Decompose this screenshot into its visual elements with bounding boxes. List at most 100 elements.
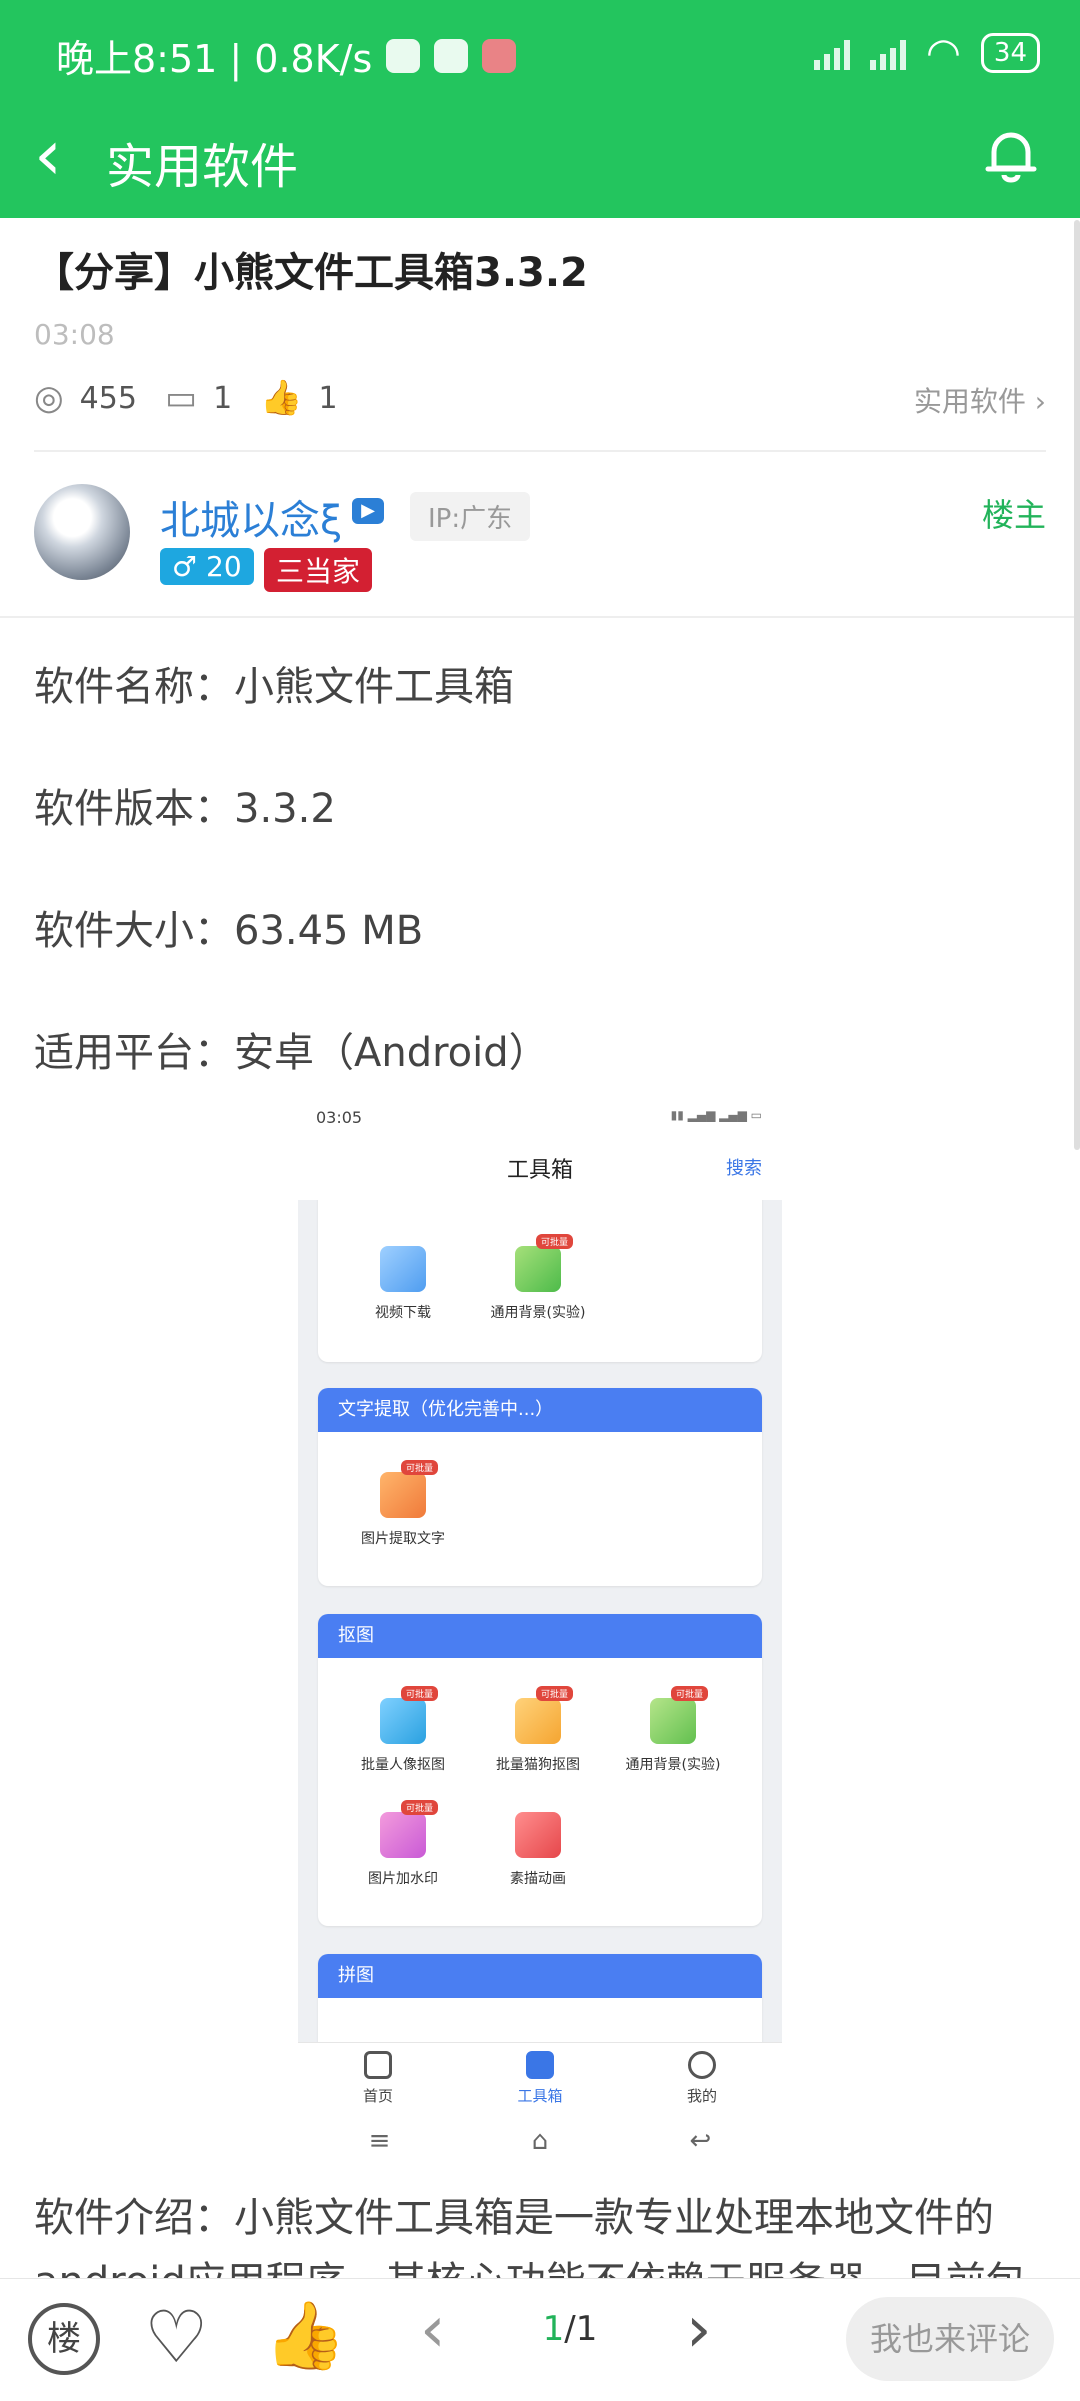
divider — [34, 450, 1046, 452]
tool-watermark: 可批量 图片加水印 — [338, 1800, 468, 1888]
post-stats: ◎ 455 ▭ 1 👍 1 — [34, 378, 338, 418]
image-icon — [380, 1246, 426, 1292]
batch-tag: 可批量 — [535, 1686, 573, 1701]
status-time-speed: 晚上8:51 | 0.8K/s — [56, 37, 373, 81]
shot-tab-home: 首页 — [328, 2051, 428, 2106]
floor-button[interactable]: 楼 — [28, 2303, 100, 2375]
toolbox-icon — [526, 2051, 554, 2079]
batch-tag: 可批量 — [400, 1460, 438, 1475]
author-row: 北城以念ξ ▶ IP:广东 楼主 ♂ 20 三当家 — [34, 484, 1046, 594]
user-icon — [688, 2051, 716, 2079]
avatar[interactable] — [34, 484, 130, 580]
status-bar-left: 晚上8:51 | 0.8K/s — [56, 28, 517, 83]
shot-card-text-extract: 文字提取（优化完善中...） 可批量 图片提取文字 — [318, 1388, 762, 1586]
tool-portrait-cutout: 可批量 批量人像抠图 — [338, 1686, 468, 1774]
tool-label: 通用背景(实验) — [490, 1305, 586, 1321]
shot-status-time: 03:05 — [316, 1108, 363, 1127]
author-name[interactable]: 北城以念ξ — [160, 488, 342, 546]
qq-icon — [434, 38, 469, 73]
shot-search-link: 搜索 — [726, 1158, 762, 1179]
tab-label: 工具箱 — [517, 2087, 563, 2105]
comment-icon: ▭ — [164, 378, 198, 418]
batch-tag: 可批量 — [400, 1800, 438, 1815]
chevron-right-icon: › — [1034, 385, 1046, 418]
return-icon: ↩ — [689, 2126, 712, 2156]
heart-icon[interactable]: ♡ — [144, 2295, 209, 2379]
info-platform: 适用平台：安卓（Android） — [34, 1030, 549, 1076]
sparkle-icon — [515, 1812, 561, 1858]
page-indicator[interactable]: 1/1 — [520, 2309, 620, 2349]
eye-icon: ◎ — [34, 378, 64, 418]
tool-label: 视频下载 — [375, 1305, 431, 1321]
info-size: 软件大小：63.45 MB — [34, 908, 424, 954]
signal-icon-2 — [870, 36, 906, 70]
tool-label: 批量人像抠图 — [361, 1757, 445, 1773]
watermark-icon: 可批量 — [380, 1800, 438, 1858]
page-current: 1 — [542, 2309, 565, 2349]
shot-status-icons: ▮▮ ▂▄▆ ▂▄▆ ▭ — [670, 1108, 762, 1122]
category-link[interactable]: 实用软件 › — [914, 380, 1046, 420]
comment-button[interactable]: 我也来评论 — [846, 2297, 1054, 2381]
divider — [0, 616, 1080, 618]
shot-card-cutout: 抠图 可批量 批量人像抠图 可批量 批量猫狗抠图 可批量 通用背景(实验) 可批… — [318, 1614, 762, 1926]
shot-tab-toolbox: 工具箱 — [490, 2051, 590, 2106]
home-icon — [364, 2051, 392, 2079]
pattern-icon: 可批量 — [515, 1234, 573, 1292]
category-label: 实用软件 — [913, 385, 1026, 418]
tool-image-to-text: 可批量 图片提取文字 — [338, 1460, 468, 1548]
prev-page-icon[interactable]: ‹ — [420, 2293, 446, 2367]
tool-general-bg: 可批量 通用背景(实验) — [473, 1234, 603, 1322]
page-total: /1 — [564, 2309, 598, 2349]
card-header: 拼图 — [318, 1954, 762, 1998]
batch-tag: 可批量 — [670, 1686, 708, 1701]
owner-tag: 楼主 — [981, 496, 1046, 534]
shot-tab-mine: 我的 — [652, 2051, 752, 2106]
card-header: 文字提取（优化完善中...） — [318, 1388, 762, 1432]
battery-icon: 34 — [980, 33, 1040, 73]
shot-body: 视频下载 可批量 通用背景(实验) 文字提取（优化完善中...） 可批量 图片提… — [298, 1200, 782, 2042]
post-title: 【分享】小熊文件工具箱3.3.2 — [34, 250, 588, 296]
post-time: 03:08 — [34, 318, 115, 351]
video-badge-icon: ▶ — [352, 498, 384, 524]
info-name: 软件名称：小熊文件工具箱 — [34, 664, 514, 710]
embedded-screenshot[interactable]: 03:05 ▮▮ ▂▄▆ ▂▄▆ ▭ 工具箱 搜索 视频下载 可批量 通用背景(… — [298, 1100, 782, 2170]
info-version: 软件版本：3.3.2 — [34, 786, 336, 832]
top-header: 晚上8:51 | 0.8K/s ◠ 34 ‹ 实用软件 — [0, 0, 1080, 218]
next-page-icon[interactable]: › — [686, 2293, 712, 2367]
tool-video-download: 视频下载 — [338, 1246, 468, 1322]
status-bar-right: ◠ 34 — [814, 30, 1040, 76]
pattern-icon: 可批量 — [650, 1686, 708, 1744]
view-count: 455 — [79, 380, 137, 416]
scrollbar[interactable] — [1074, 220, 1080, 1150]
bell-icon[interactable] — [976, 120, 1046, 190]
shot-card-collage: 拼图 — [318, 1954, 762, 2042]
alarm-icon — [386, 38, 421, 73]
back-arrow-icon[interactable]: ‹ — [34, 120, 62, 190]
menu-icon: ≡ — [368, 2126, 391, 2156]
ip-location-badge: IP:广东 — [410, 492, 531, 541]
home-outline-icon: ⌂ — [531, 2126, 549, 2156]
gender-level-badge: ♂ 20 — [160, 548, 254, 585]
thumbs-up-icon[interactable]: 👍 — [264, 2297, 346, 2375]
tool-label: 素描动画 — [510, 1871, 566, 1887]
like-icon: 👍 — [260, 378, 303, 418]
tool-label: 批量猫狗抠图 — [496, 1757, 580, 1773]
rank-badge: 三当家 — [264, 548, 373, 592]
tab-label: 首页 — [362, 2087, 393, 2105]
shot-tabbar: 首页 工具箱 我的 — [298, 2042, 782, 2113]
shot-title: 工具箱 — [506, 1158, 573, 1183]
tool-pet-cutout: 可批量 批量猫狗抠图 — [473, 1686, 603, 1774]
batch-tag: 可批量 — [535, 1234, 573, 1249]
tool-sketch-animation: 素描动画 — [473, 1812, 603, 1888]
portrait-icon: 可批量 — [380, 1686, 438, 1744]
comment-count: 1 — [213, 380, 233, 416]
tool-general-bg-2: 可批量 通用背景(实验) — [608, 1686, 738, 1774]
batch-tag: 可批量 — [400, 1686, 438, 1701]
card-header: 抠图 — [318, 1614, 762, 1658]
navigation-bar: ‹ 实用软件 — [0, 100, 1080, 210]
tool-label: 通用背景(实验) — [625, 1757, 721, 1773]
like-count: 1 — [318, 380, 338, 416]
page-title: 实用软件 — [106, 139, 299, 195]
shot-system-nav: ≡ ⌂ ↩ — [298, 2112, 782, 2170]
shot-card-video: 视频下载 可批量 通用背景(实验) — [318, 1200, 762, 1362]
